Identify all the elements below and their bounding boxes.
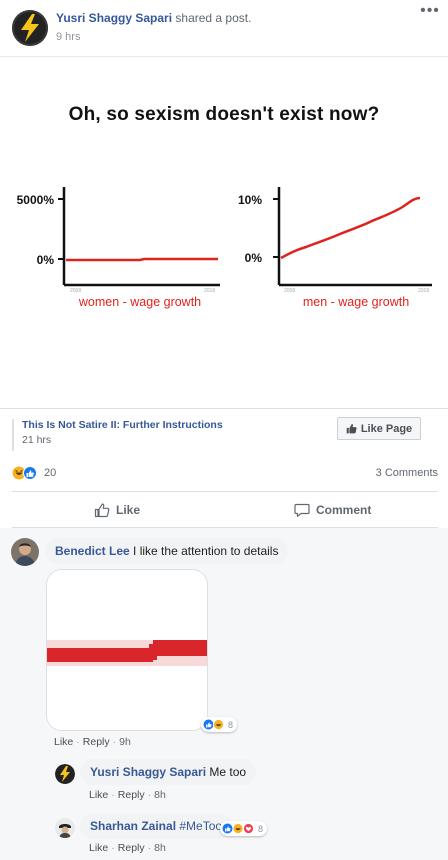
right-chart-caption: men - wage growth [303,295,409,309]
author-avatar[interactable] [12,10,48,46]
comment-reaction-count: 8 [228,719,234,730]
reply-bubble: Yusri Shaggy Sapari Me too [80,759,257,785]
lightning-bolt-icon [12,10,48,46]
reply-like-link[interactable]: Like [89,789,108,801]
meme-charts: 5000% 0% 2008 2018 women - wage growth 1… [17,187,432,309]
speech-bubble-icon [294,503,310,517]
reply-hashtag[interactable]: #MeToo [179,819,222,833]
reply-like-link[interactable]: Like [89,842,108,854]
post-header: Yusri Shaggy Sapari shared a post. 9 hrs… [0,0,448,56]
comment-count[interactable]: 3 Comments [376,467,438,479]
profile-photo-icon [55,818,75,838]
shared-from-bar: This Is Not Satire II: Further Instructi… [0,408,448,456]
comment-button[interactable]: Comment [294,492,371,528]
profile-photo-icon [11,538,39,566]
like-button[interactable]: Like [94,492,140,528]
dot-separator: · [147,789,152,801]
source-page-name[interactable]: This Is Not Satire II: Further Instructi… [22,419,223,431]
avatar[interactable] [55,764,75,784]
dot-separator: · [111,789,115,801]
reply-reply-link[interactable]: Reply [118,789,145,801]
comment-like-link[interactable]: Like [54,736,73,748]
reply-reaction-badge[interactable]: 8 [220,821,268,836]
reply-time[interactable]: 8h [154,842,166,854]
like-icon [23,466,37,480]
reply-bubble: Sharhan Zainal #MeToo [80,813,233,839]
post-action-bar: Like Comment [12,491,438,528]
reply-time[interactable]: 8h [154,789,166,801]
thumbs-up-icon [346,424,357,434]
like-haha-icons [203,719,224,730]
reply-reply-link[interactable]: Reply [118,842,145,854]
comment-bubble: Benedict Lee I like the attention to det… [45,538,289,564]
reply-author[interactable]: Yusri Shaggy Sapari [90,765,206,779]
dot-separator: · [111,842,115,854]
shared-from-divider [12,419,14,451]
comment-reaction-badge[interactable]: 8 [201,717,238,732]
post-action-text: shared a post. [175,11,252,25]
like-haha-love-icons [222,823,254,834]
post-timestamp[interactable]: 9 hrs [56,31,80,43]
reply-reaction-count: 8 [258,823,264,834]
reply-actions: Like · Reply · 8h [89,842,166,854]
left-chart-line [66,257,218,262]
left-chart-caption: women - wage growth [78,295,201,309]
right-chart-x-start: 2008 [284,288,295,294]
zoomed-line-image [47,570,207,730]
comment-text: I like the attention to details [133,544,279,558]
thumbs-up-icon [94,503,110,518]
summary-row: 20 3 Comments [12,466,438,482]
reply-text: Me too [209,765,247,779]
post-author-name[interactable]: Yusri Shaggy Sapari [56,11,172,25]
like-button-label: Like [116,503,141,517]
comment-button-label: Comment [316,503,372,517]
lightning-bolt-icon [55,764,75,784]
right-chart-y-bottom-label: 0% [245,251,263,265]
left-chart-x-start: 2008 [70,288,81,294]
comment-attached-image[interactable] [46,569,208,731]
comment-reply-link[interactable]: Reply [83,736,110,748]
like-page-label: Like Page [360,422,413,435]
reaction-summary: 20 3 Comments [12,466,438,482]
left-chart-x-end: 2018 [204,288,215,294]
right-chart-line [280,196,421,260]
comment-actions: Like · Reply · 9h [54,736,131,748]
left-chart-y-top-label: 5000% [17,193,55,207]
right-chart-y-top-label: 10% [238,193,262,207]
reply-actions: Like · Reply · 8h [89,789,166,801]
right-chart-x-end: 2018 [418,288,429,294]
like-page-button[interactable]: Like Page [337,417,421,440]
comment-time[interactable]: 9h [119,736,131,748]
dot-separator: · [76,736,80,748]
dot-separator: · [147,842,152,854]
comment-author[interactable]: Benedict Lee [55,544,130,558]
ellipsis-icon[interactable]: ••• [418,3,442,20]
source-page-time[interactable]: 21 hrs [22,434,51,446]
post-author-line: Yusri Shaggy Sapari shared a post. [56,11,251,25]
reaction-count[interactable]: 20 [44,467,56,479]
reaction-icons[interactable] [12,466,40,480]
comments-section: Benedict Lee I like the attention to det… [0,528,448,860]
avatar[interactable] [11,538,39,566]
shared-image[interactable]: Oh, so sexism doesn't exist now? 5000% 0… [0,56,448,408]
reply-author[interactable]: Sharhan Zainal [90,819,176,833]
left-chart-y-bottom-label: 0% [37,253,55,267]
avatar[interactable] [55,818,75,838]
dot-separator: · [112,736,117,748]
